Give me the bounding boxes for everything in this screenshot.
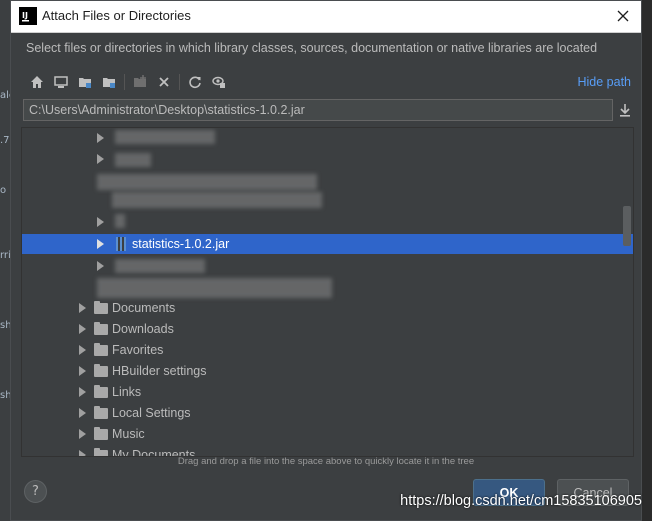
desktop-icon <box>54 76 68 88</box>
tree-folder-music[interactable]: Music <box>22 424 633 444</box>
folder-icon <box>94 321 108 335</box>
tree-folder-documents[interactable]: Documents <box>22 298 633 318</box>
new-folder-button[interactable] <box>128 72 152 92</box>
folder-label: Documents <box>112 301 176 315</box>
help-button[interactable]: ? <box>24 480 47 503</box>
expand-arrow-icon[interactable] <box>79 303 86 313</box>
folder-label: Downloads <box>112 322 174 336</box>
expand-arrow-icon[interactable] <box>97 217 104 227</box>
obscured-text <box>115 130 215 144</box>
expand-arrow-icon[interactable] <box>97 133 104 143</box>
watermark-url: https://blog.csdn.net/cm15835106905 <box>400 493 642 509</box>
tree-scrollbar[interactable] <box>623 206 631 246</box>
refresh-icon <box>189 76 201 89</box>
folder-label: Local Settings <box>112 406 191 420</box>
show-hidden-button[interactable] <box>207 72 231 92</box>
toolbar-separator <box>124 74 125 90</box>
delete-icon <box>159 77 169 87</box>
tree-folder-favorites[interactable]: Favorites <box>22 340 633 360</box>
expand-arrow-icon[interactable] <box>97 239 104 249</box>
expand-arrow-icon[interactable] <box>79 324 86 334</box>
project-folder-icon <box>79 78 91 88</box>
path-input[interactable] <box>23 99 613 121</box>
module-button[interactable] <box>97 72 121 92</box>
folder-icon <box>94 342 108 356</box>
hide-path-link[interactable]: Hide path <box>577 75 631 89</box>
tree-row[interactable] <box>22 256 633 276</box>
expand-arrow-icon[interactable] <box>79 366 86 376</box>
selected-file-label: statistics-1.0.2.jar <box>132 237 230 251</box>
obscured-text <box>115 214 125 228</box>
window-title: Attach Files or Directories <box>42 8 191 23</box>
obscured-text <box>115 259 205 273</box>
attach-files-dialog: IJ Attach Files or Directories Select fi… <box>10 0 642 521</box>
delete-button[interactable] <box>152 72 176 92</box>
close-button[interactable] <box>613 6 633 26</box>
drag-drop-hint: Drag and drop a file into the space abov… <box>177 456 475 467</box>
tree-row[interactable] <box>22 128 633 148</box>
svg-text:IJ: IJ <box>22 11 28 20</box>
tree-folder-local-settings[interactable]: Local Settings <box>22 403 633 423</box>
folder-label: Links <box>112 385 142 399</box>
show-hidden-icon <box>212 76 225 88</box>
folder-icon <box>94 384 108 398</box>
obscured-text <box>115 153 151 167</box>
tree-folder-hbuilder-settings[interactable]: HBuilder settings <box>22 361 633 381</box>
folder-icon <box>94 300 108 314</box>
tree-row[interactable] <box>22 212 633 232</box>
obscured-text <box>97 278 332 298</box>
dialog-description: Select files or directories in which lib… <box>26 41 598 55</box>
folder-shortcut-icon <box>94 405 108 419</box>
folder-label: HBuilder settings <box>112 364 207 378</box>
module-folder-icon <box>103 78 115 88</box>
close-icon <box>617 10 629 22</box>
desktop-button[interactable] <box>49 72 73 92</box>
toolbar-separator <box>179 74 180 90</box>
home-icon <box>31 76 43 88</box>
tree-row[interactable] <box>22 149 633 169</box>
file-tree[interactable]: statistics-1.0.2.jar Documents Downloads… <box>21 127 634 457</box>
tree-folder-links[interactable]: Links <box>22 382 633 402</box>
download-icon <box>620 104 630 117</box>
tree-folder-downloads[interactable]: Downloads <box>22 319 633 339</box>
project-button[interactable] <box>73 72 97 92</box>
expand-arrow-icon[interactable] <box>97 261 104 271</box>
folder-label: Music <box>112 427 145 441</box>
obscured-text <box>97 174 317 190</box>
expand-arrow-icon[interactable] <box>79 387 86 397</box>
obscured-text <box>112 192 322 208</box>
file-toolbar <box>25 72 231 92</box>
title-bar: IJ Attach Files or Directories <box>11 1 641 33</box>
home-button[interactable] <box>25 72 49 92</box>
tree-row-selected-jar[interactable]: statistics-1.0.2.jar <box>22 234 633 254</box>
folder-label: Favorites <box>112 343 164 357</box>
expand-arrow-icon[interactable] <box>79 345 86 355</box>
intellij-logo-icon: IJ <box>19 7 37 25</box>
expand-arrow-icon[interactable] <box>79 408 86 418</box>
refresh-button[interactable] <box>183 72 207 92</box>
download-button[interactable] <box>617 102 633 118</box>
background-ide-strip: ale .7 o rri sh sh <box>0 0 15 521</box>
folder-icon <box>94 426 108 440</box>
folder-icon <box>94 363 108 377</box>
new-folder-icon <box>134 75 146 87</box>
expand-arrow-icon[interactable] <box>79 429 86 439</box>
jar-file-icon <box>116 237 126 251</box>
expand-arrow-icon[interactable] <box>97 154 104 164</box>
